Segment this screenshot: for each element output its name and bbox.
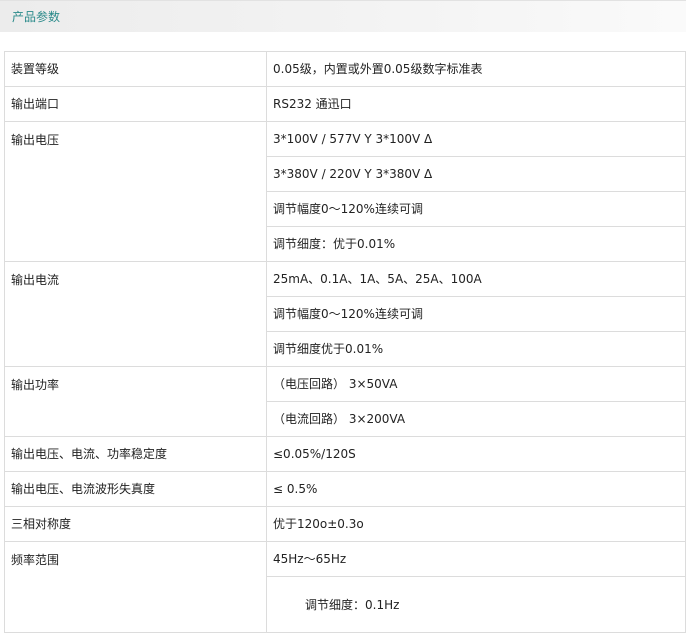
param-label: 三相对称度 xyxy=(4,506,267,542)
param-label: 频率范围 xyxy=(4,541,267,633)
param-label: 输出电压、电流波形失真度 xyxy=(4,471,267,507)
table-row: 装置等级 0.05级，内置或外置0.05级数字标准表 xyxy=(4,51,686,87)
param-value: RS232 通迅口 xyxy=(266,86,686,122)
param-label: 输出电流 xyxy=(4,261,267,367)
param-value: （电流回路） 3×200VA xyxy=(266,401,686,437)
table-row: 输出功率 （电压回路） 3×50VA xyxy=(4,366,686,437)
param-value: 调节幅度0～120%连续可调 xyxy=(266,191,686,227)
table-row: 输出电压、电流、功率稳定度 ≤0.05%/120S xyxy=(4,436,686,472)
param-value: 调节细度：优于0.01% xyxy=(266,226,686,262)
section-header: 产品参数 xyxy=(0,0,686,32)
param-label: 输出电压 xyxy=(4,121,267,262)
param-label: 输出功率 xyxy=(4,366,267,437)
table-row: 三相对称度 优于120o±0.3o xyxy=(4,506,686,542)
section-title: 产品参数 xyxy=(12,10,61,24)
param-value: 0.05级，内置或外置0.05级数字标准表 xyxy=(266,51,686,87)
param-value: 3*100V / 577V Y 3*100V Δ xyxy=(266,121,686,157)
param-value: 45Hz～65Hz xyxy=(266,541,686,577)
param-value: ≤0.05%/120S xyxy=(266,436,686,472)
param-value: 优于120o±0.3o xyxy=(266,506,686,542)
table-row: 输出电流 25mA、0.1A、1A、5A、25A、100A xyxy=(4,261,686,367)
table-row: 频率范围 45Hz～65Hz xyxy=(4,541,686,633)
param-label: 装置等级 xyxy=(4,51,267,87)
param-value: （电压回路） 3×50VA xyxy=(266,366,686,402)
spec-table: 装置等级 0.05级，内置或外置0.05级数字标准表 输出端口 RS232 通迅… xyxy=(4,51,686,633)
table-row: 输出电压、电流波形失真度 ≤ 0.5% xyxy=(4,471,686,507)
param-value: 调节细度：0.1Hz xyxy=(266,576,686,633)
param-label: 输出端口 xyxy=(4,86,267,122)
table-row: 输出端口 RS232 通迅口 xyxy=(4,86,686,122)
param-value: 调节细度优于0.01% xyxy=(266,331,686,367)
param-label: 输出电压、电流、功率稳定度 xyxy=(4,436,267,472)
param-value: 3*380V / 220V Y 3*380V Δ xyxy=(266,156,686,192)
param-value: 25mA、0.1A、1A、5A、25A、100A xyxy=(266,261,686,297)
table-row: 输出电压 3*100V / 577V Y 3*100V Δ xyxy=(4,121,686,262)
param-value: ≤ 0.5% xyxy=(266,471,686,507)
param-value: 调节幅度0～120%连续可调 xyxy=(266,296,686,332)
